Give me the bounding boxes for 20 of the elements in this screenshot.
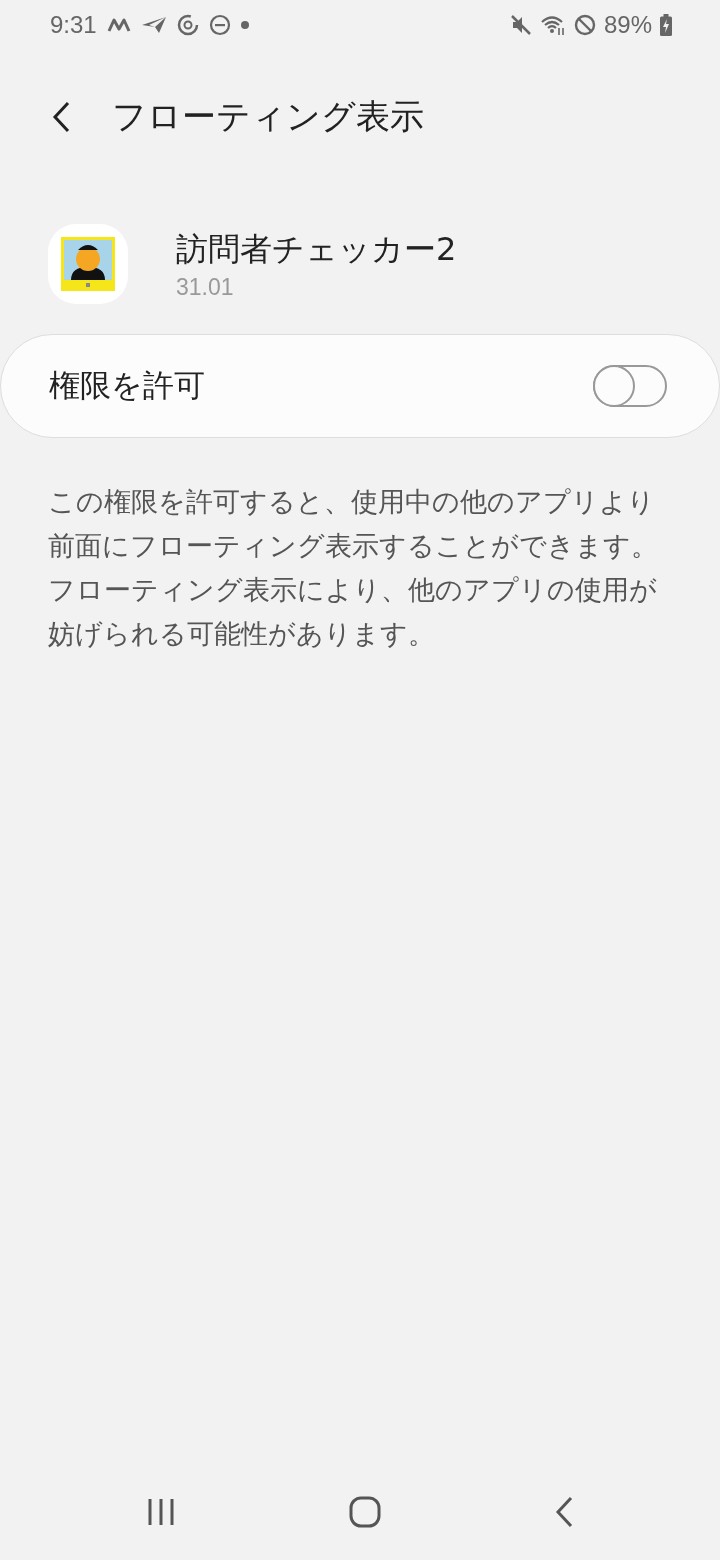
clock: 9:31 [50,11,97,39]
battery-charging-icon [660,14,672,36]
dot-icon [240,21,249,29]
back-icon[interactable] [553,1496,574,1528]
sync-icon [176,14,199,36]
battery-percentage: 89% [603,11,652,39]
app-version: 31.01 [176,273,235,301]
app-icon [48,224,128,304]
description-text: この権限を許可すると、使用中の他のアプリより前面にフローティング表示することができます。フローティング表示により、他のアプリの使用が妨げられる可能性があります。 [48,485,659,651]
page-title: フローティング表示 [112,95,424,138]
recent-apps-icon[interactable] [146,1497,177,1527]
do-not-disturb-icon [208,14,231,36]
blocked-icon [573,14,596,36]
app-name: 訪問者チェッカー2 [176,228,457,270]
home-icon[interactable] [349,1496,381,1528]
mute-icon [509,14,532,36]
back-icon[interactable] [52,101,72,133]
toggle-switch[interactable] [593,365,667,407]
permission-row[interactable]: 権限を許可 [0,334,720,438]
wifi-icon [539,14,566,36]
